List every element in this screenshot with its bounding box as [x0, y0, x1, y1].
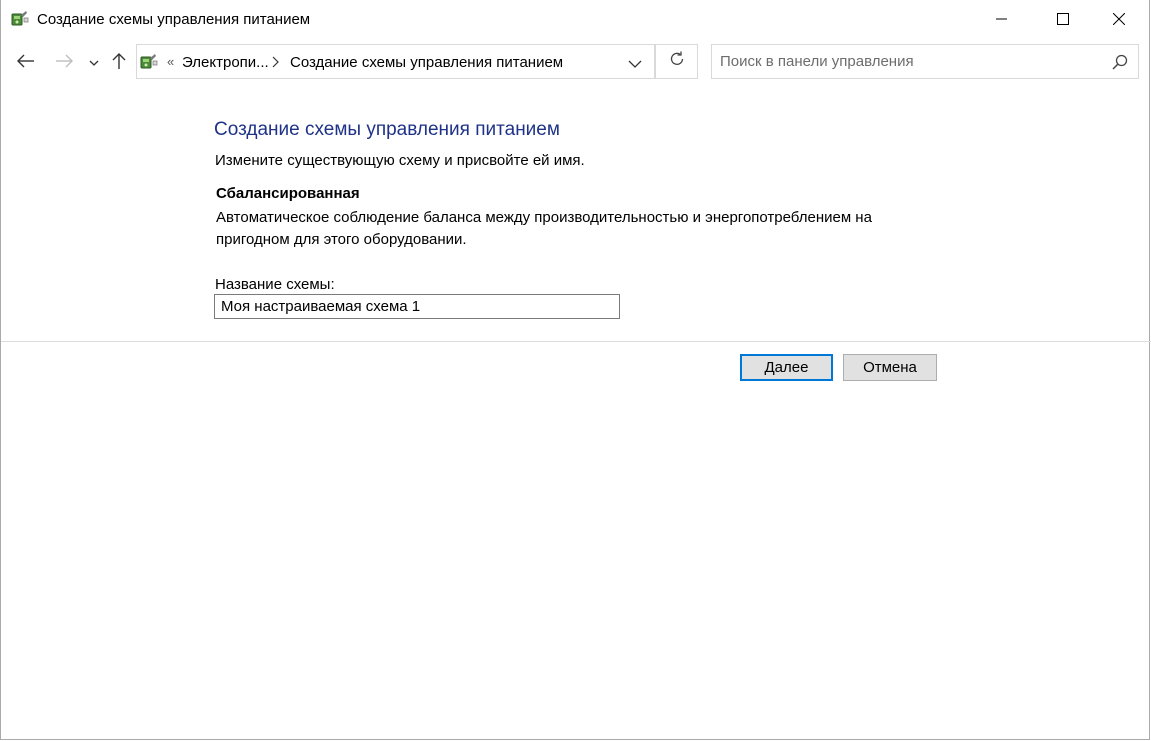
address-bar[interactable]: « Электропи... Создание схемы управления…: [136, 44, 655, 79]
title-bar: Создание схемы управления питанием: [1, 0, 1151, 38]
plan-name-label: Название схемы:: [215, 276, 335, 293]
arrow-right-icon: [55, 54, 73, 73]
base-plan-name: Сбалансированная: [216, 185, 360, 202]
address-dropdown-icon[interactable]: [628, 56, 642, 68]
page-subtitle: Измените существующую схему и присвойте …: [215, 152, 585, 169]
navigation-bar: « Электропи... Создание схемы управления…: [1, 38, 1151, 88]
breadcrumb-power-options[interactable]: Электропи...: [182, 54, 269, 71]
back-button[interactable]: [14, 52, 38, 74]
arrow-up-icon: [112, 52, 126, 75]
breadcrumb-current[interactable]: Создание схемы управления питанием: [290, 54, 563, 71]
cancel-button[interactable]: Отмена: [843, 354, 937, 381]
arrow-left-icon: [17, 54, 35, 73]
search-icon[interactable]: [1112, 54, 1128, 70]
recent-locations-button[interactable]: [87, 52, 101, 74]
maximize-icon: [1057, 13, 1069, 25]
page-title: Создание схемы управления питанием: [214, 119, 560, 140]
close-icon: [1113, 13, 1125, 25]
refresh-button[interactable]: [655, 44, 698, 79]
power-options-icon: [140, 53, 158, 71]
forward-button[interactable]: [52, 52, 76, 74]
minimize-icon: [996, 13, 1008, 25]
breadcrumb-overflow[interactable]: «: [167, 54, 174, 69]
refresh-icon: [669, 51, 685, 72]
search-box[interactable]: [711, 44, 1139, 79]
power-options-icon: [11, 10, 29, 28]
up-button[interactable]: [109, 52, 129, 74]
chevron-down-icon: [89, 54, 99, 72]
close-button[interactable]: [1091, 0, 1147, 38]
base-plan-description: Автоматическое соблюдение баланса между …: [216, 209, 872, 248]
main-content: Создание схемы управления питанием Измен…: [1, 88, 1151, 740]
power-plan-window: Создание схемы управления питанием « Эле…: [0, 0, 1151, 740]
divider: [1, 341, 1151, 342]
plan-name-input[interactable]: [214, 294, 620, 319]
window-title: Создание схемы управления питанием: [37, 11, 311, 28]
maximize-button[interactable]: [1035, 0, 1091, 38]
minimize-button[interactable]: [974, 0, 1030, 38]
breadcrumb-separator-icon[interactable]: [272, 55, 279, 73]
search-input[interactable]: [720, 45, 1100, 78]
next-button[interactable]: Далее: [740, 354, 833, 381]
